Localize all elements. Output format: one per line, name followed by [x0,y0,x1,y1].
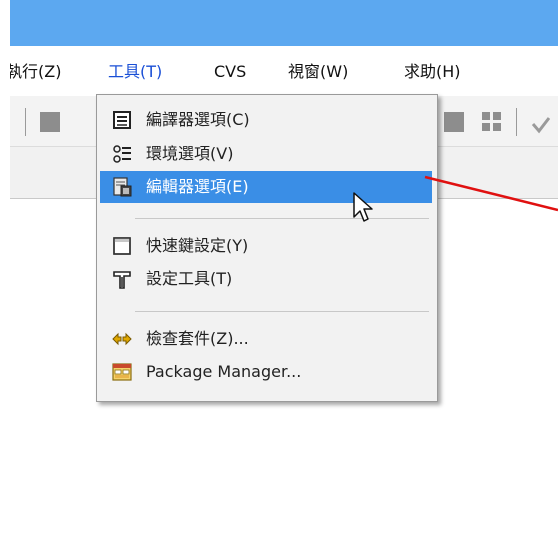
tools-dropdown-menu: 編譯器選項(C) 環境選項(V) 編輯器選項(E) 快速鍵設定(Y) 設定工具(… [96,94,438,402]
environment-options-icon [113,145,131,163]
menu-window[interactable]: 視窗(W) [288,55,348,89]
menu-item-label: 設定工具(T) [146,269,233,288]
grid-view-icon[interactable] [482,112,502,132]
menu-separator [135,218,429,219]
menu-item-shortcut-config[interactable]: 快速鍵設定(Y) [100,230,432,262]
menu-item-environment-options[interactable]: 環境選項(V) [100,138,432,170]
menu-item-label: 環境選項(V) [146,144,234,163]
toolbar-separator [516,108,517,136]
menu-cvs[interactable]: CVS [214,55,246,89]
menu-item-check-packages[interactable]: 檢查套件(Z)... [100,323,432,355]
menu-item-label: 編譯器選項(C) [146,110,250,129]
title-bar [10,0,558,46]
menu-item-editor-options[interactable]: 編輯器選項(E) [100,171,432,203]
menu-item-label: 檢查套件(Z)... [146,329,249,348]
toolbar-button-icon[interactable] [444,112,464,132]
menu-item-package-manager[interactable]: Package Manager... [100,356,432,388]
menu-item-compiler-options[interactable]: 編譯器選項(C) [100,104,432,136]
menu-run[interactable]: 執行(Z) [6,55,61,89]
menu-item-label: 編輯器選項(E) [146,177,249,196]
compiler-options-icon [113,111,131,129]
menu-item-label: 快速鍵設定(Y) [146,236,249,255]
toolbar-separator [25,108,26,136]
mouse-cursor-icon [353,192,373,222]
menu-separator [135,311,429,312]
check-packages-icon [112,332,132,346]
menu-item-configure-tools[interactable]: 設定工具(T) [100,263,432,295]
menu-bar [10,46,558,96]
check-mark-icon[interactable] [530,112,550,136]
hammer-icon [113,271,131,289]
menu-item-label: Package Manager... [146,362,302,381]
package-manager-icon [112,363,132,381]
app-window: 執行(Z) 工具(T) CVS 視窗(W) 求助(H) 編譯器選項(C) 環境選… [0,0,558,550]
menu-tools[interactable]: 工具(T) [108,55,162,89]
editor-options-icon [113,177,132,197]
window-edge [0,0,10,550]
menu-help[interactable]: 求助(H) [404,55,461,89]
toolbar-button-icon[interactable] [40,112,60,132]
shortcut-config-icon [113,237,131,255]
